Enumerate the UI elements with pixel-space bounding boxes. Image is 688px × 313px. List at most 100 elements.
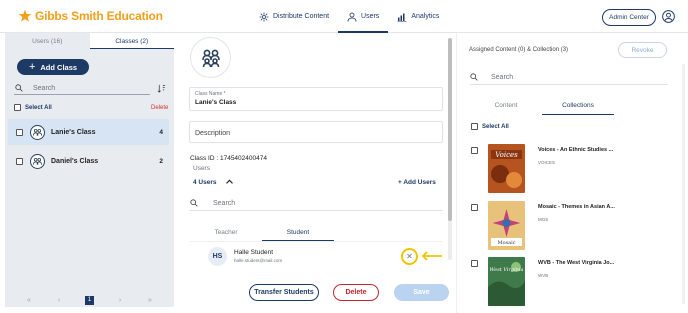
pagination: « ‹ 1 › » [5, 293, 174, 307]
panel-divider [456, 33, 457, 313]
class-id: Class ID : 1745402400474 [190, 155, 267, 162]
tab-collections[interactable]: Collections [542, 99, 614, 115]
group-icon [33, 157, 42, 165]
class-name-label: Class Name * [195, 91, 226, 97]
collection-code: VOICES [538, 160, 556, 165]
class-user-count: 4 [159, 128, 163, 136]
user-search-input[interactable]: Search [189, 196, 443, 211]
delete-class-button[interactable]: Delete [333, 284, 379, 301]
nav-label: Analytics [411, 13, 440, 20]
classes-panel: Users (16) Classes (2) + Add Class Searc… [5, 33, 174, 307]
student-avatar: HS [208, 246, 227, 266]
collection-cover: Mosaic [488, 201, 525, 250]
search-placeholder: Search [213, 199, 236, 207]
collection-checkbox[interactable] [471, 204, 478, 211]
tab-classes[interactable]: Classes (2) [89, 33, 174, 49]
collection-search-input[interactable]: Search [470, 70, 668, 85]
collection-checkbox[interactable] [471, 260, 478, 267]
tab-content[interactable]: Content [470, 99, 542, 115]
class-name: Daniel's Class [51, 157, 99, 165]
tab-teacher[interactable]: Teacher [190, 226, 262, 241]
star-icon [18, 9, 32, 22]
svg-text:Mosaic: Mosaic [497, 240, 515, 246]
select-all-classes[interactable]: Select All [14, 104, 52, 111]
collection-title: Mosaic - Themes in Asian A... [538, 204, 615, 210]
scrollbar-thumb[interactable] [448, 38, 452, 221]
select-all-collections[interactable]: Select All [471, 123, 509, 130]
content-tabs: Content Collections [470, 99, 668, 115]
class-row[interactable]: Daniel's Class 2 [8, 148, 169, 174]
class-avatar [30, 124, 45, 140]
users-count: 4 Users [193, 179, 217, 186]
revoke-button[interactable]: Revoke [618, 42, 667, 58]
collection-row[interactable]: Voices Voices - An Ethnic Studies ... VO… [471, 144, 671, 194]
student-name: Halle Student [234, 249, 274, 256]
nav-label: Users [361, 13, 380, 20]
search-placeholder: Search [491, 73, 514, 81]
class-name-field[interactable]: Class Name * Lanie's Class [189, 87, 443, 111]
remove-student-button[interactable]: ✕ [401, 248, 418, 265]
svg-text:Voices: Voices [495, 151, 518, 159]
search-icon [15, 84, 23, 92]
add-users-button[interactable]: + Add Users [398, 179, 436, 186]
description-placeholder: Description [195, 130, 231, 137]
add-class-label: Add Class [40, 62, 78, 72]
collection-cover: Voices [488, 144, 525, 193]
svg-text:West Virginia: West Virginia [490, 267, 524, 273]
student-email: halle.student@mail.com [234, 258, 283, 263]
collections-scrollbar[interactable] [682, 64, 685, 304]
sort-icon[interactable] [157, 84, 166, 93]
nav-users[interactable]: Users [338, 0, 389, 33]
student-info: Halle Student halle.student@mail.com [234, 249, 282, 263]
class-name-value: Lanie's Class [195, 99, 237, 106]
first-page-button[interactable]: « [14, 297, 44, 304]
plus-icon: + [28, 61, 36, 73]
collection-code: WVB [538, 273, 549, 278]
detail-scrollbar[interactable] [448, 38, 452, 260]
analytics-icon [397, 13, 407, 21]
brand-name: Gibbs Smith Education [35, 9, 163, 23]
assigned-heading: Assigned Content (0) & Collection (3) [469, 47, 569, 53]
collection-title: WVB - The West Virginia Jo... [538, 260, 615, 266]
class-user-count: 2 [159, 157, 163, 165]
tab-users[interactable]: Users (16) [5, 33, 90, 49]
cover-image: West Virginia [488, 257, 525, 306]
select-all-checkbox[interactable] [14, 104, 21, 111]
main-nav: Distribute Content Users Analytics [250, 0, 448, 33]
tab-student[interactable]: Student [262, 226, 334, 241]
description-field[interactable]: Description [189, 121, 443, 143]
delete-classes-button[interactable]: Delete [151, 105, 168, 111]
top-bar: Gibbs Smith Education Distribute Content… [0, 0, 688, 33]
current-page[interactable]: 1 [85, 295, 94, 305]
admin-center-button[interactable]: Admin Center [602, 9, 656, 26]
group-icon [201, 49, 220, 67]
chevron-up-icon[interactable] [225, 178, 234, 185]
users-icon [347, 12, 357, 22]
select-all-checkbox[interactable] [471, 123, 478, 130]
users-label: Users [193, 165, 210, 172]
class-search-input[interactable]: Search [14, 82, 150, 95]
collection-row[interactable]: Mosaic Mosaic - Themes in Asian A... MOS [471, 201, 671, 251]
account-icon[interactable] [662, 10, 675, 23]
class-avatar-large [190, 37, 231, 78]
user-type-tabs: Teacher Student [190, 226, 443, 242]
class-avatar [30, 153, 45, 169]
last-page-button[interactable]: » [135, 297, 165, 304]
collection-checkbox[interactable] [471, 147, 478, 154]
save-button[interactable]: Save [394, 284, 449, 301]
cover-image: Voices [488, 144, 525, 193]
add-class-button[interactable]: + Add Class [17, 59, 89, 75]
class-row[interactable]: Lanie's Class 4 [8, 119, 169, 145]
brand-logo[interactable]: Gibbs Smith Education [18, 9, 163, 23]
class-name: Lanie's Class [51, 128, 96, 136]
class-checkbox[interactable] [16, 128, 23, 136]
distribute-icon [259, 12, 269, 21]
transfer-students-button[interactable]: Transfer Students [249, 284, 319, 301]
nav-analytics[interactable]: Analytics [388, 0, 448, 33]
collection-row[interactable]: West Virginia WVB - The West Virginia Jo… [471, 257, 671, 307]
nav-distribute-content[interactable]: Distribute Content [250, 0, 338, 33]
class-checkbox[interactable] [16, 157, 23, 165]
next-page-button[interactable]: › [105, 297, 135, 304]
group-icon [33, 128, 42, 136]
prev-page-button[interactable]: ‹ [44, 297, 74, 304]
